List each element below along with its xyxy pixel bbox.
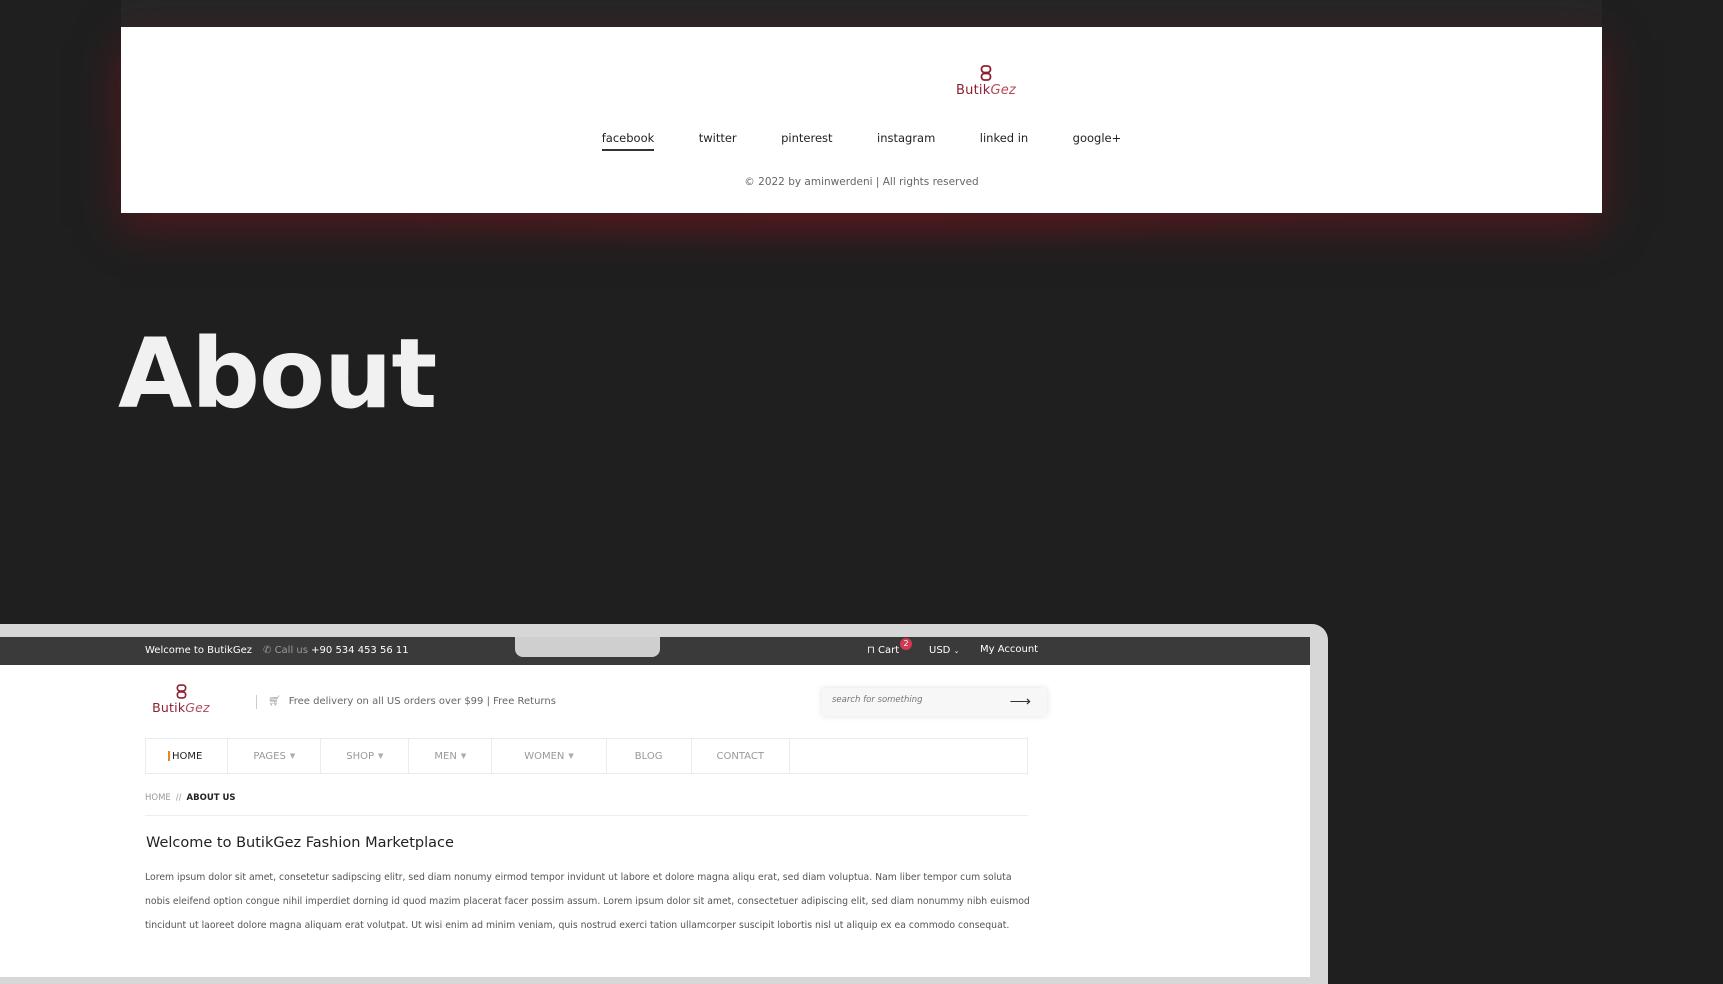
butikgez-logo-icon	[980, 65, 992, 81]
phone-info[interactable]: ✆ Call us +90 534 453 56 11	[263, 645, 409, 656]
main-nav: HOME PAGES ▼ SHOP ▼ MEN ▼ WOMEN ▼ BLOG CONTA…	[145, 738, 1028, 774]
social-link-googleplus[interactable]: google+	[1073, 131, 1122, 151]
chevron-down-icon: ▼	[378, 752, 384, 760]
cart-bag-icon: ⊓	[867, 645, 875, 656]
breadcrumb: HOME // ABOUT US	[145, 793, 1028, 816]
delivery-text: Free delivery on all US orders over $99 …	[288, 696, 556, 707]
footer-logo[interactable]: ButikGez	[941, 65, 1031, 99]
arrow-right-icon[interactable]: ⟶	[1009, 692, 1031, 710]
phone-icon: ✆	[263, 645, 275, 656]
laptop-notch	[515, 637, 660, 657]
breadcrumb-separator: //	[175, 793, 182, 803]
content-text: Lorem ipsum dolor sit amet, consetetur s…	[145, 872, 1030, 931]
search-input[interactable]	[830, 694, 1004, 706]
nav-item-home[interactable]: HOME	[146, 739, 229, 773]
site-logo[interactable]: ButikGez	[145, 684, 217, 717]
phone-number[interactable]: +90 534 453 56 11	[311, 645, 408, 656]
search-box: ⟶	[822, 688, 1047, 716]
phone-label: Call us	[274, 645, 308, 656]
laptop-screen: Welcome to ButikGez ✆ Call us +90 534 45…	[0, 637, 1310, 977]
butikgez-logo-icon	[176, 684, 186, 699]
footer-logo-text: ButikGez	[956, 83, 1016, 98]
header-divider	[256, 695, 257, 709]
copyright-text: © 2022 by aminwerdeni | All rights reser…	[744, 176, 979, 188]
my-account-link[interactable]: My Account	[980, 644, 1038, 655]
currency-label: USD	[929, 645, 951, 656]
nav-item-shop[interactable]: SHOP ▼	[321, 739, 410, 773]
section-heading: About	[118, 318, 437, 430]
shopping-cart-icon: 🛒︎	[268, 696, 281, 707]
delivery-info: 🛒︎ Free delivery on all US orders over $9…	[268, 696, 556, 707]
cart-label: Cart	[878, 645, 900, 656]
nav-item-pages[interactable]: PAGES ▼	[228, 739, 322, 773]
chevron-down-icon: ⌄	[953, 647, 960, 655]
site-logo-text: ButikGez	[152, 700, 210, 715]
nav-item-women[interactable]: WOMEN ▼	[492, 739, 607, 773]
social-link-facebook[interactable]: facebook	[601, 131, 654, 151]
nav-item-blog[interactable]: BLOG	[607, 739, 692, 773]
welcome-text: Welcome to ButikGez	[145, 645, 252, 656]
social-links: facebook twitter pinterest instagram lin…	[121, 129, 1602, 151]
social-link-twitter[interactable]: twitter	[699, 131, 737, 151]
nav-item-men[interactable]: MEN ▼	[409, 739, 493, 773]
social-link-linkedin[interactable]: linked in	[980, 131, 1028, 151]
chevron-down-icon: ▼	[568, 752, 574, 760]
footer-preview: ButikGez facebook twitter pinterest inst…	[121, 27, 1602, 213]
footer-preview-topbar	[121, 0, 1602, 27]
breadcrumb-current: ABOUT US	[186, 793, 236, 803]
chevron-down-icon: ▼	[289, 752, 296, 760]
content-title: Welcome to ButikGez Fashion Marketplace	[146, 835, 454, 851]
chevron-down-icon: ▼	[460, 752, 467, 760]
social-link-instagram[interactable]: instagram	[877, 131, 935, 151]
cart-button[interactable]: ⊓ Cart	[867, 645, 899, 656]
currency-selector[interactable]: USD ⌄	[929, 645, 959, 656]
cart-count-badge: 2	[900, 638, 912, 650]
nav-item-contact[interactable]: CONTACT	[692, 739, 790, 773]
breadcrumb-home[interactable]: HOME	[145, 793, 171, 803]
social-link-pinterest[interactable]: pinterest	[781, 131, 832, 151]
